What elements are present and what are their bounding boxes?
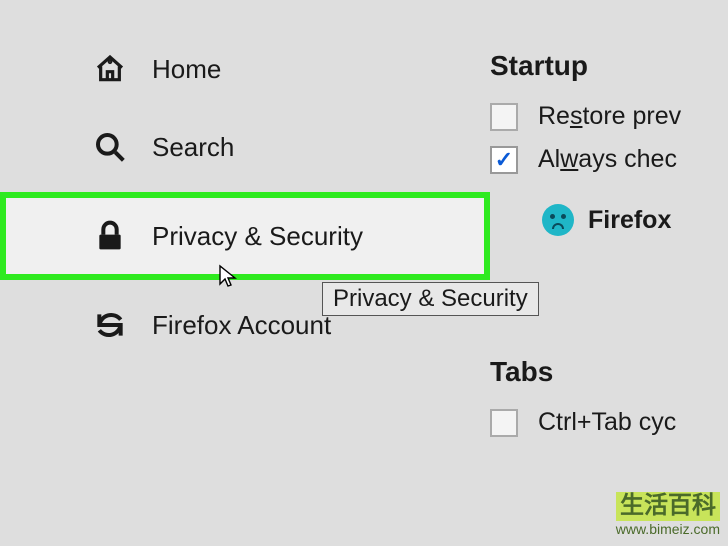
always-check-row[interactable]: Always chec — [490, 145, 728, 174]
ctrl-tab-row[interactable]: Ctrl+Tab cyc — [490, 408, 728, 437]
sidebar-item-label: Privacy & Security — [152, 221, 363, 252]
content-area: General Startup Restore prev Always chec… — [490, 0, 728, 546]
ctrl-tab-checkbox[interactable] — [490, 409, 518, 437]
restore-previous-row[interactable]: Restore prev — [490, 102, 728, 131]
tooltip: Privacy & Security — [322, 282, 539, 316]
browser-label: Firefox — [588, 206, 671, 235]
cursor-pointer — [218, 264, 238, 290]
sidebar-item-home[interactable]: Home — [0, 30, 490, 108]
lock-icon — [90, 220, 130, 252]
sidebar: Home Search Privacy & Security — [0, 0, 490, 546]
restore-checkbox[interactable] — [490, 103, 518, 131]
sidebar-item-label: Home — [152, 54, 221, 85]
sync-icon — [90, 309, 130, 341]
sidebar-item-privacy-security[interactable]: Privacy & Security — [0, 192, 490, 280]
watermark: 生活百科 www.bimeiz.com — [616, 492, 720, 538]
sidebar-item-search[interactable]: Search — [0, 108, 490, 186]
always-checkbox[interactable] — [490, 146, 518, 174]
search-icon — [90, 131, 130, 163]
ctrl-tab-label: Ctrl+Tab cyc — [538, 408, 676, 437]
always-label: Always chec — [538, 145, 677, 174]
restore-label: Restore prev — [538, 102, 681, 131]
startup-section-title: Startup — [490, 50, 728, 82]
sidebar-item-label: Firefox Account — [152, 310, 331, 341]
home-icon — [90, 53, 130, 85]
firefox-icon — [542, 204, 574, 236]
tabs-section-title: Tabs — [490, 356, 728, 388]
default-browser-row: Firefox — [542, 204, 728, 236]
sidebar-item-label: Search — [152, 132, 234, 163]
